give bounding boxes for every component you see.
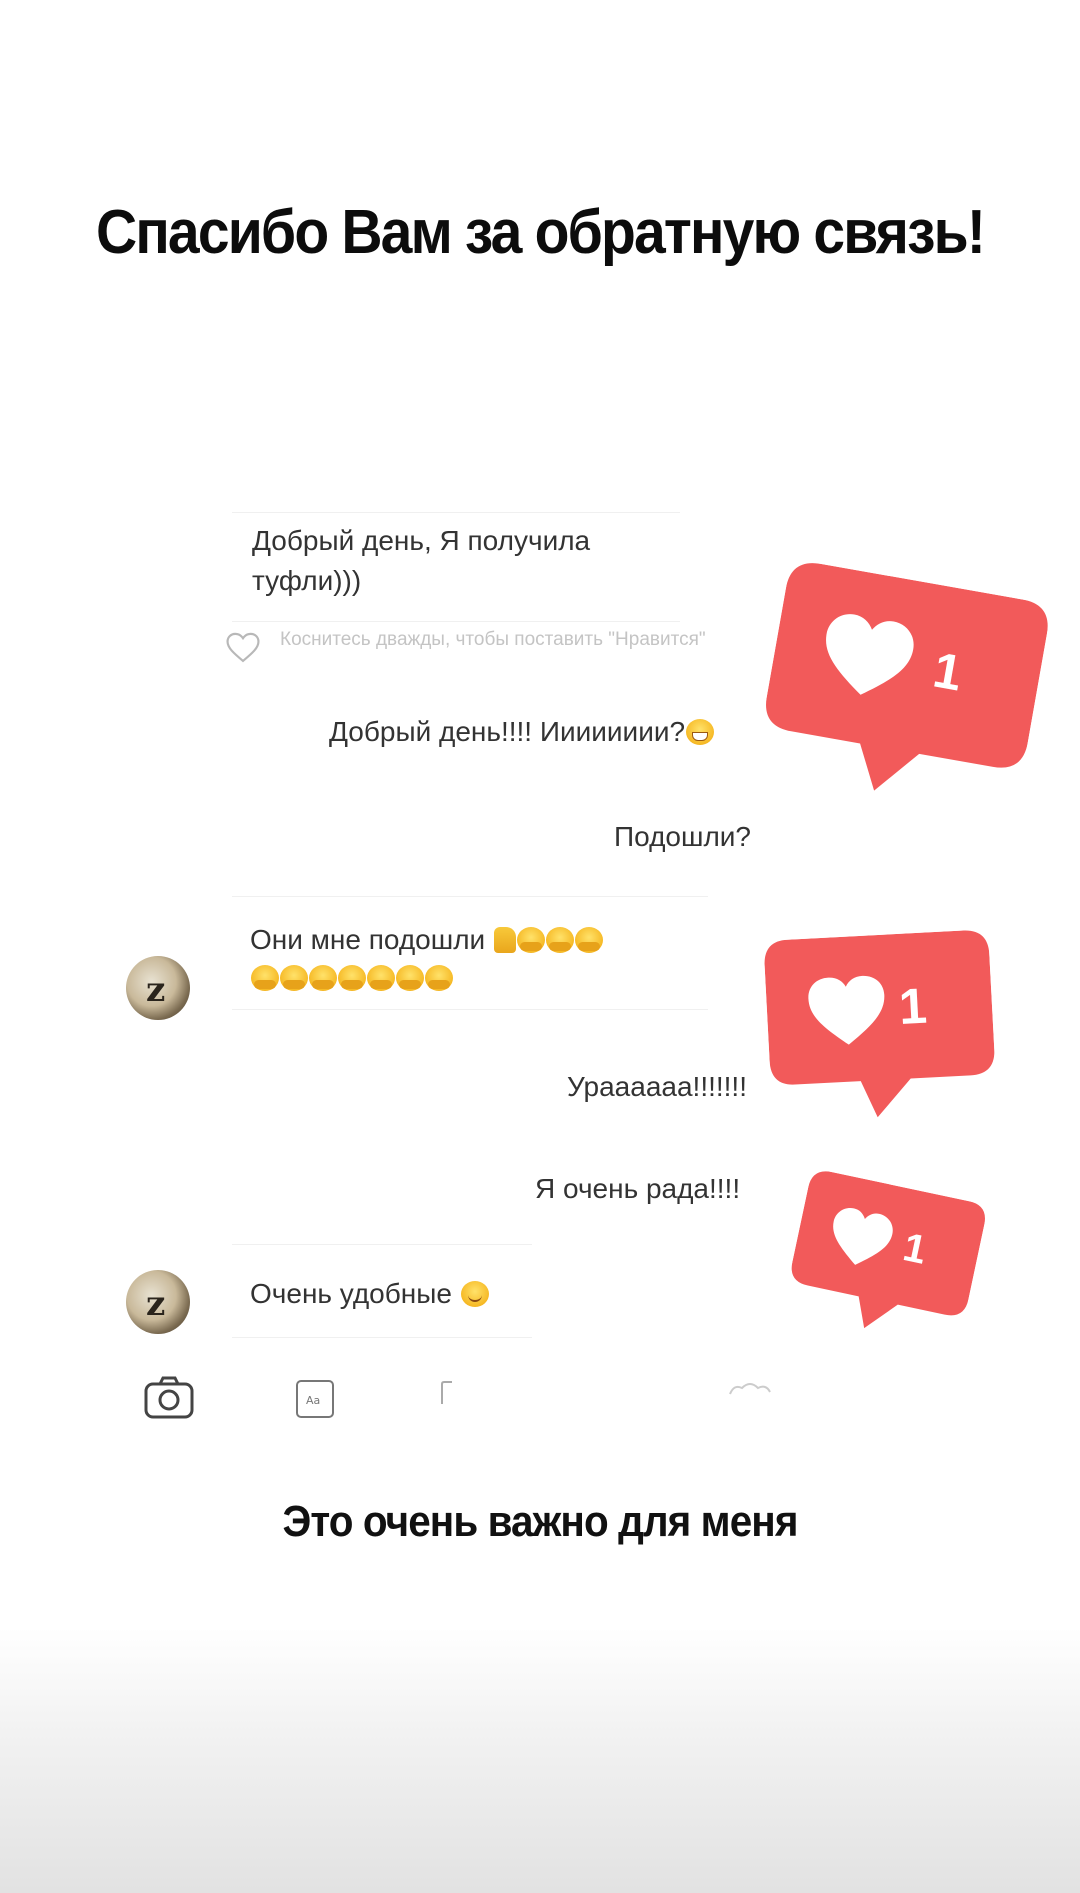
badge-bubble bbox=[764, 930, 995, 1118]
like-badge: 1 bbox=[753, 559, 1052, 822]
footer-caption: Это очень важно для меня bbox=[282, 1497, 798, 1546]
heart-outline-icon[interactable] bbox=[224, 630, 262, 664]
hugging-face-icon bbox=[367, 965, 395, 991]
hugging-face-icon bbox=[251, 965, 279, 991]
hugging-face-icon bbox=[396, 965, 424, 991]
message-label: Они мне подошли bbox=[250, 924, 486, 955]
heart-icon[interactable] bbox=[726, 1378, 774, 1402]
like-badge: 1 bbox=[763, 929, 997, 1126]
message-emoji-row bbox=[250, 958, 453, 998]
hugging-face-icon bbox=[545, 927, 574, 953]
hugging-face-icon bbox=[425, 965, 453, 991]
like-count: 1 bbox=[897, 977, 929, 1035]
like-hint: Коснитесь дважды, чтобы поставить "Нрави… bbox=[280, 629, 706, 650]
headline: Спасибо Вам за обратную связь! bbox=[95, 198, 986, 267]
grinning-face-icon bbox=[686, 719, 715, 745]
hugging-face-icon bbox=[280, 965, 308, 991]
hugging-face-icon bbox=[574, 927, 603, 953]
message-text[interactable]: Урааааaa!!!!!!! bbox=[567, 1067, 747, 1107]
camera-icon[interactable] bbox=[143, 1375, 195, 1421]
message-text[interactable]: Добрый день, Я получила туфли))) bbox=[252, 521, 672, 601]
message-text[interactable]: Они мне подошли bbox=[250, 920, 603, 960]
avatar-image: z bbox=[146, 970, 166, 1010]
hugging-face-icon bbox=[338, 965, 366, 991]
badge-bubble bbox=[791, 1171, 985, 1329]
message-text[interactable]: Я очень рада!!!! bbox=[535, 1169, 740, 1209]
message-text[interactable]: Подошли? bbox=[614, 817, 751, 857]
message-label: Очень удобные bbox=[250, 1278, 452, 1309]
message-text[interactable]: Добрый день!!!! Ииииииии? bbox=[329, 712, 715, 752]
thumbs-up-icon bbox=[493, 927, 516, 953]
smiling-face-icon bbox=[460, 1281, 489, 1307]
avatar-image: z bbox=[146, 1284, 166, 1324]
avatar[interactable]: z bbox=[126, 1270, 190, 1334]
gallery-icon[interactable] bbox=[438, 1378, 468, 1408]
sticker-icon[interactable]: Aa bbox=[294, 1378, 336, 1420]
message-label: Добрый день!!!! Ииииииии? bbox=[329, 716, 686, 747]
like-badge: 1 bbox=[782, 1168, 989, 1350]
hugging-face-icon bbox=[516, 927, 545, 953]
message-text[interactable]: Очень удобные bbox=[250, 1274, 489, 1314]
badge-bubble bbox=[766, 563, 1048, 791]
hugging-face-icon bbox=[309, 965, 337, 991]
avatar[interactable]: z bbox=[126, 956, 190, 1020]
svg-text:Aa: Aa bbox=[306, 1394, 320, 1407]
